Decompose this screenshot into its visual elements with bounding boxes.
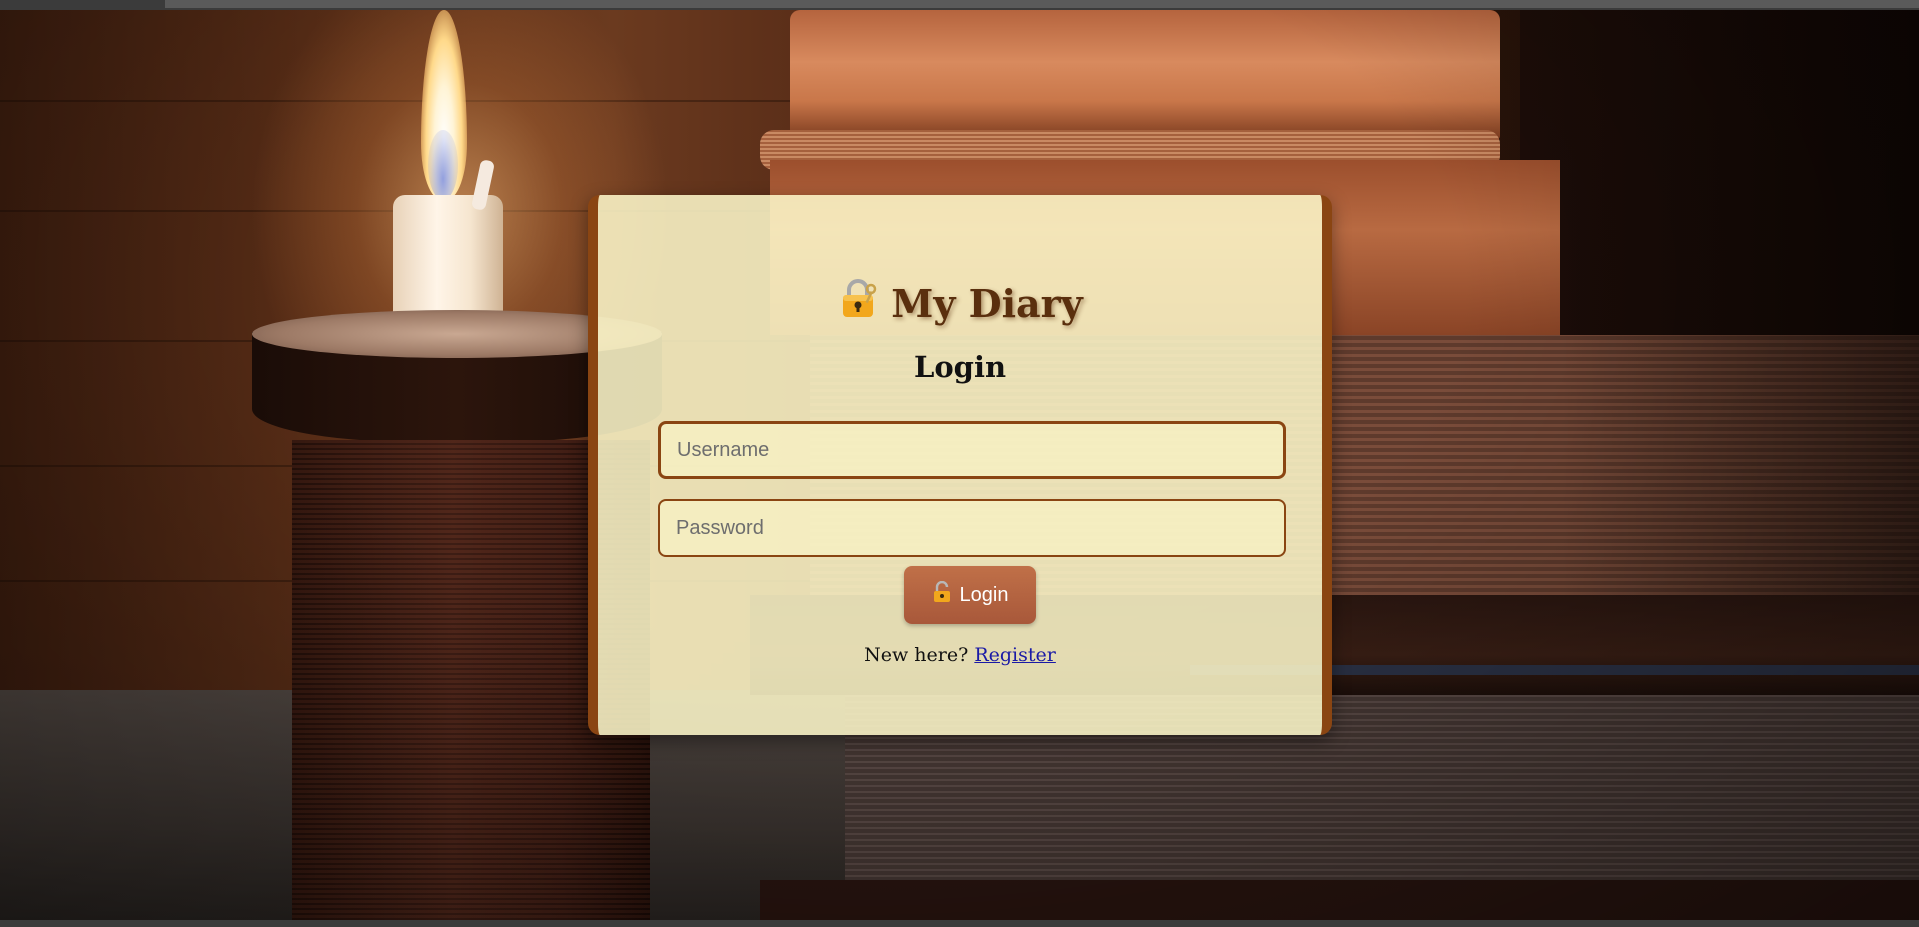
register-prompt: New here? Register: [598, 644, 1322, 666]
username-input[interactable]: [658, 421, 1286, 479]
bottom-bar: [0, 920, 1919, 927]
scrollbar-thumb[interactable]: [165, 0, 1919, 8]
app-title: My Diary: [598, 277, 1322, 328]
login-button-label: Login: [959, 583, 1009, 606]
password-input[interactable]: [658, 499, 1286, 557]
top-scrollbar[interactable]: [0, 0, 1919, 10]
login-button[interactable]: Login: [904, 566, 1036, 624]
unlocked-padlock-icon: [932, 580, 952, 609]
register-prompt-text: New here?: [864, 644, 969, 666]
login-card: My Diary Login Login New here? Register: [588, 195, 1332, 735]
app-title-text: My Diary: [891, 281, 1083, 326]
form-heading: Login: [913, 350, 1007, 384]
lock-with-key-icon: [837, 277, 879, 328]
register-link[interactable]: Register: [974, 644, 1056, 666]
